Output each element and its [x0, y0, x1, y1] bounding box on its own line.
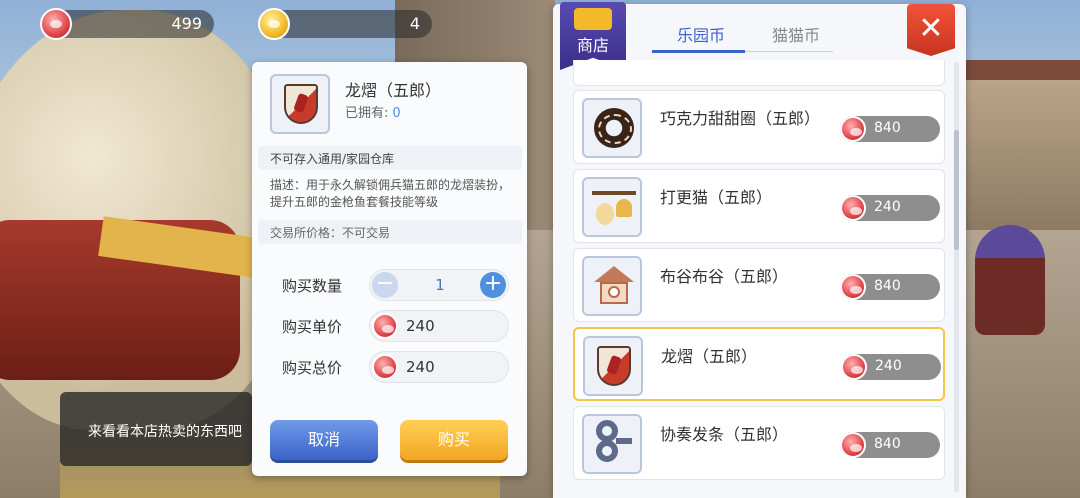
unit-price-label: 购买单价	[282, 318, 343, 336]
item-icon-box	[582, 177, 642, 237]
treasure-chest-icon	[574, 8, 612, 30]
active-tab-underline	[652, 50, 745, 53]
list-item[interactable]: 巧克力甜甜圈（五郎） 840	[573, 90, 945, 164]
quantity-stepper: − 1 +	[369, 269, 509, 301]
tab-divider	[745, 51, 833, 52]
park-coin-icon	[840, 432, 866, 458]
item-price-value: 240	[874, 199, 901, 215]
quantity-label: 购买数量	[282, 277, 343, 295]
list-item-partial	[573, 60, 945, 86]
list-item[interactable]: 协奏发条（五郎） 840	[573, 406, 945, 480]
item-price: 240	[841, 354, 941, 380]
paw-coin-bar: 4	[258, 8, 432, 40]
item-name: 布谷布谷（五郎）	[660, 267, 789, 286]
item-name: 巧克力甜甜圈（五郎）	[660, 109, 821, 128]
item-icon-box	[582, 256, 642, 316]
park-coin-icon	[40, 8, 72, 40]
paw-coin-icon	[258, 8, 290, 40]
park-coin-icon	[372, 354, 398, 380]
close-icon: ✕	[918, 11, 944, 46]
close-button[interactable]: ✕	[907, 4, 955, 56]
item-price: 840	[840, 116, 940, 142]
unit-price-value: 240	[406, 317, 435, 335]
npc-character	[975, 225, 1045, 335]
item-thumbnail	[270, 74, 330, 134]
wind-up-key-icon	[596, 420, 632, 470]
storage-note: 不可存入通用/家园仓库	[258, 146, 522, 170]
item-price: 840	[840, 432, 940, 458]
buy-button[interactable]: 购买	[400, 420, 508, 460]
increase-quantity-button[interactable]: +	[480, 272, 506, 298]
item-name: 龙熠（五郎）	[345, 81, 442, 100]
item-price: 240	[840, 195, 940, 221]
paw-coin-count: 4	[409, 14, 420, 33]
scrollbar-thumb[interactable]	[954, 130, 959, 250]
item-price-value: 840	[874, 278, 901, 294]
item-name: 打更猫（五郎）	[660, 188, 773, 207]
list-item-selected[interactable]: 龙熠（五郎） 240	[573, 327, 945, 401]
item-name: 协奏发条（五郎）	[660, 425, 789, 444]
item-description: 描述：用于永久解锁佣兵猫五郎的龙熠装扮，提升五郎的金枪鱼套餐技能等级	[270, 178, 511, 209]
total-price-value: 240	[406, 358, 435, 376]
park-coin-icon	[840, 195, 866, 221]
park-coin-icon	[840, 274, 866, 300]
park-coin-icon	[372, 313, 398, 339]
dragon-shield-icon	[597, 346, 631, 386]
owned-info: 已拥有: 0	[345, 102, 401, 121]
item-icon-box	[582, 98, 642, 158]
total-price-field: 240	[369, 351, 509, 383]
owned-label: 已拥有:	[345, 106, 389, 121]
park-coin-bar: 499	[40, 8, 214, 40]
item-icon-box	[583, 336, 643, 396]
item-price: 840	[840, 274, 940, 300]
item-name: 龙熠（五郎）	[661, 347, 758, 366]
item-price-value: 240	[875, 358, 902, 374]
item-detail-panel: 龙熠（五郎） 已拥有: 0 不可存入通用/家园仓库 描述：用于永久解锁佣兵猫五郎的…	[252, 62, 527, 476]
bell-cat-icon	[592, 191, 636, 227]
park-coin-icon	[840, 116, 866, 142]
trade-price-note: 交易所价格：不可交易	[258, 220, 522, 244]
park-coin-count: 499	[171, 14, 202, 33]
tab-park-coins[interactable]: 乐园币	[677, 22, 725, 46]
dragon-shield-icon	[284, 84, 318, 124]
donut-icon	[594, 108, 634, 148]
item-price-value: 840	[874, 436, 901, 452]
list-item[interactable]: 打更猫（五郎） 240	[573, 169, 945, 243]
owned-count: 0	[392, 106, 401, 121]
tab-cat-coins[interactable]: 猫猫币	[772, 22, 820, 46]
cancel-button[interactable]: 取消	[270, 420, 378, 460]
scrollbar-track[interactable]	[954, 62, 959, 492]
hint-message: 来看看本店热卖的东西吧	[60, 392, 252, 466]
list-item[interactable]: 布谷布谷（五郎） 840	[573, 248, 945, 322]
item-price-value: 840	[874, 120, 901, 136]
park-coin-icon	[841, 354, 867, 380]
shop-badge-label: 商店	[576, 36, 609, 55]
item-icon-box	[582, 414, 642, 474]
cuckoo-clock-icon	[594, 266, 634, 306]
total-price-label: 购买总价	[282, 359, 343, 377]
background-building	[960, 80, 1080, 230]
shop-item-list[interactable]: 巧克力甜甜圈（五郎） 840 打更猫（五郎） 240 布谷布谷（五郎） 840 …	[561, 60, 961, 498]
unit-price-field: 240	[369, 310, 509, 342]
